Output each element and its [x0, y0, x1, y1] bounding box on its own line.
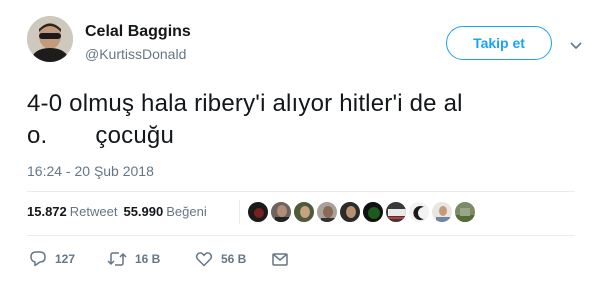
- retweet-action-count: 16 B: [135, 252, 161, 266]
- like-label: Beğeni: [166, 204, 207, 219]
- tweet-stats: 15.872 Retweet 55.990 Beğeni: [27, 204, 207, 219]
- chevron-down-icon[interactable]: [570, 38, 582, 50]
- liker-avatar[interactable]: [316, 201, 338, 223]
- liker-avatar[interactable]: [408, 201, 430, 223]
- timestamp[interactable]: 16:24 - 20 Şub 2018: [27, 163, 154, 179]
- retweet-button[interactable]: 16 B: [107, 249, 160, 269]
- divider: [27, 235, 575, 236]
- message-icon: [272, 253, 288, 266]
- direct-message-button[interactable]: [271, 249, 289, 269]
- liker-avatar[interactable]: [293, 201, 315, 223]
- censored-word: [47, 136, 95, 137]
- follow-button[interactable]: Takip et: [446, 26, 552, 60]
- username-handle[interactable]: @KurtissDonald: [85, 46, 186, 62]
- liker-avatar[interactable]: [247, 201, 269, 223]
- liker-avatar[interactable]: [339, 201, 361, 223]
- reply-icon: [30, 251, 46, 267]
- tweet-line-1: 4-0 olmuş hala ribery'i alıyor hitler'i …: [27, 90, 463, 117]
- liker-avatar[interactable]: [362, 201, 384, 223]
- reply-button[interactable]: 127: [29, 249, 75, 269]
- retweet-count[interactable]: 15.872: [27, 204, 67, 219]
- like-count[interactable]: 55.990: [123, 204, 163, 219]
- tweet-line-2-start: o.: [27, 122, 48, 149]
- tweet-line-2-end: çocuğu: [95, 122, 175, 149]
- stats-separator: [239, 200, 240, 224]
- tweet-actions: 127 16 B 56 B: [27, 249, 427, 269]
- liker-avatar[interactable]: [454, 201, 476, 223]
- reply-count: 127: [55, 252, 76, 266]
- heart-icon: [195, 252, 213, 267]
- tweet-text: 4-0 olmuş hala ribery'i alıyor hitler'i …: [27, 88, 587, 152]
- like-action-count: 56 B: [221, 252, 247, 266]
- retweet-icon: [107, 252, 127, 266]
- tweet-line-2: o. çocuğu: [27, 120, 587, 152]
- retweet-label: Retweet: [69, 204, 118, 219]
- divider: [27, 191, 575, 192]
- liker-avatar[interactable]: [270, 201, 292, 223]
- like-button[interactable]: 56 B: [195, 249, 246, 269]
- display-name[interactable]: Celal Baggins: [85, 23, 191, 41]
- avatar[interactable]: [27, 16, 73, 62]
- liker-avatar[interactable]: [431, 201, 453, 223]
- liker-avatar[interactable]: [385, 201, 407, 223]
